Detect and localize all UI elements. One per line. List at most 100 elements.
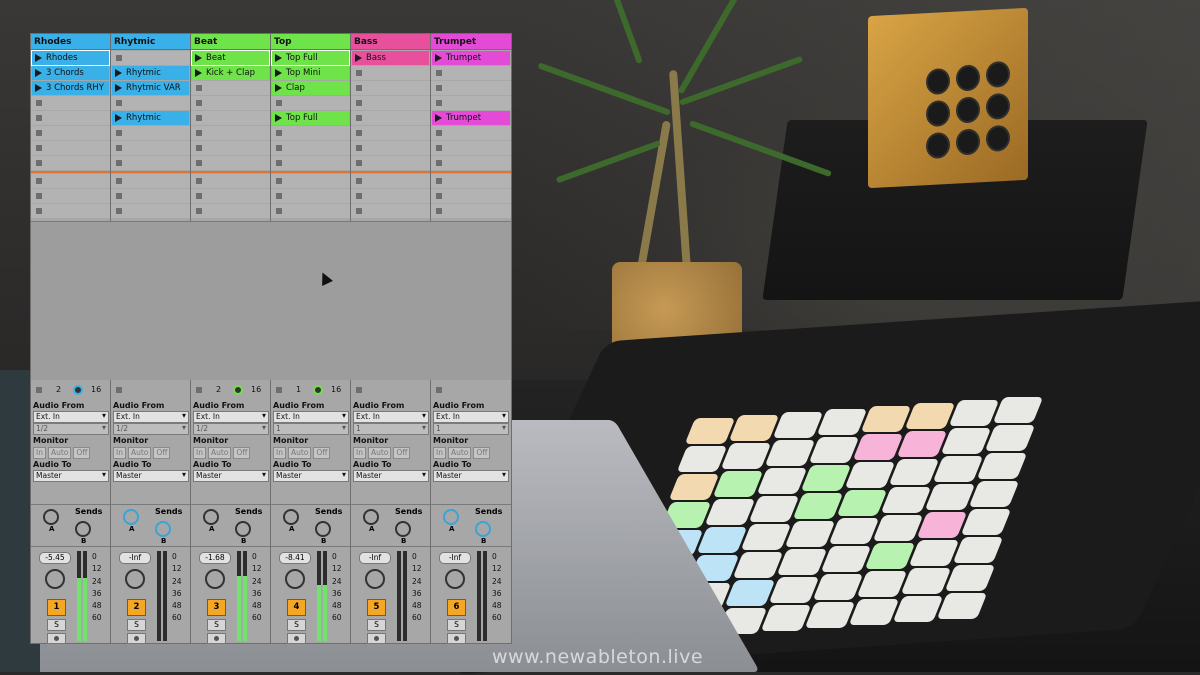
empty-clip-slot[interactable] [271, 141, 350, 155]
empty-clip-slot[interactable] [31, 189, 110, 203]
audio-to-select[interactable]: Master [273, 470, 349, 482]
solo-button[interactable]: S [447, 619, 466, 631]
audio-to-select[interactable]: Master [433, 470, 509, 482]
monitor-off-button[interactable]: Off [233, 447, 251, 459]
clip-slot[interactable]: Trumpet [432, 51, 510, 65]
clip-stop-icon[interactable] [36, 115, 42, 121]
empty-clip-slot[interactable] [191, 189, 270, 203]
clip-stop-icon[interactable] [356, 70, 362, 76]
clip-stop-icon[interactable] [116, 100, 122, 106]
empty-clip-slot[interactable] [191, 141, 270, 155]
clip-play-icon[interactable] [115, 114, 122, 122]
send-a-knob[interactable]: A [363, 509, 379, 533]
volume-readout[interactable]: -1.68 [199, 552, 231, 564]
send-b-knob[interactable]: B [315, 521, 331, 545]
empty-clip-slot[interactable] [351, 156, 430, 170]
input-channel-select[interactable]: 1/2 [113, 423, 189, 435]
clip-slot[interactable]: Top Mini [272, 66, 349, 80]
audio-from-select[interactable]: Ext. In [353, 411, 429, 423]
empty-clip-slot[interactable] [31, 111, 110, 125]
audio-from-select[interactable]: Ext. In [113, 411, 189, 423]
audio-from-select[interactable]: Ext. In [433, 411, 509, 423]
track-activator-button[interactable]: 6 [447, 599, 466, 616]
arm-button[interactable] [287, 633, 306, 644]
solo-button[interactable]: S [207, 619, 226, 631]
empty-clip-slot[interactable] [271, 96, 350, 110]
clip-stop-icon[interactable] [116, 208, 122, 214]
clip-slot[interactable]: 3 Chords [32, 66, 109, 80]
clip-stop-icon[interactable] [116, 193, 122, 199]
clip-slot[interactable]: Rhytmic VAR [112, 81, 189, 95]
volume-readout[interactable]: -Inf [439, 552, 471, 564]
clip-stop-icon[interactable] [36, 100, 42, 106]
clip-stop-icon[interactable] [436, 100, 442, 106]
clip-stop-icon[interactable] [356, 100, 362, 106]
clip-slot[interactable]: Clap [272, 81, 349, 95]
clip-stop-icon[interactable] [356, 145, 362, 151]
empty-clip-slot[interactable] [431, 126, 511, 140]
clip-slot[interactable]: Beat [191, 50, 270, 66]
volume-readout[interactable]: -5.45 [39, 552, 71, 564]
empty-clip-slot[interactable] [351, 141, 430, 155]
monitor-in-button[interactable]: In [353, 447, 366, 459]
empty-clip-slot[interactable] [351, 174, 430, 188]
pan-knob[interactable] [365, 569, 385, 589]
clip-play-icon[interactable] [275, 54, 282, 62]
clip-stop-icon[interactable] [276, 178, 282, 184]
empty-clip-slot[interactable] [111, 189, 190, 203]
clip-stop-icon[interactable] [276, 193, 282, 199]
clip-stop-icon[interactable] [116, 55, 122, 61]
send-b-knob[interactable]: B [235, 521, 251, 545]
monitor-off-button[interactable]: Off [73, 447, 91, 459]
clip-play-icon[interactable] [435, 114, 442, 122]
audio-from-select[interactable]: Ext. In [273, 411, 349, 423]
empty-clip-slot[interactable] [191, 81, 270, 95]
monitor-off-button[interactable]: Off [473, 447, 491, 459]
solo-button[interactable]: S [367, 619, 386, 631]
track-header[interactable]: Bass [351, 34, 430, 50]
empty-clip-slot[interactable] [271, 126, 350, 140]
empty-clip-slot[interactable] [431, 189, 511, 203]
audio-from-select[interactable]: Ext. In [33, 411, 109, 423]
clip-stop-icon[interactable] [356, 85, 362, 91]
clip-play-icon[interactable] [275, 84, 282, 92]
clip-stop-icon[interactable] [436, 145, 442, 151]
clip-slot[interactable]: Top Full [271, 50, 350, 66]
send-a-knob[interactable]: A [443, 509, 459, 533]
monitor-off-button[interactable]: Off [313, 447, 331, 459]
empty-clip-slot[interactable] [111, 51, 190, 65]
pan-knob[interactable] [205, 569, 225, 589]
empty-clip-slot[interactable] [111, 141, 190, 155]
track-header[interactable]: Rhytmic [111, 34, 190, 50]
track-activator-button[interactable]: 1 [47, 599, 66, 616]
volume-readout[interactable]: -Inf [359, 552, 391, 564]
empty-clip-slot[interactable] [271, 204, 350, 218]
empty-clip-slot[interactable] [351, 126, 430, 140]
clip-stop-icon[interactable] [436, 178, 442, 184]
clip-play-icon[interactable] [355, 54, 362, 62]
empty-clip-slot[interactable] [431, 96, 511, 110]
empty-clip-slot[interactable] [351, 96, 430, 110]
clip-stop-icon[interactable] [116, 160, 122, 166]
clip-stop-icon[interactable] [436, 70, 442, 76]
empty-clip-slot[interactable] [191, 174, 270, 188]
clip-stop-icon[interactable] [436, 130, 442, 136]
clip-stop-icon[interactable] [436, 160, 442, 166]
input-channel-select[interactable]: 1/2 [33, 423, 109, 435]
clip-stop-icon[interactable] [36, 178, 42, 184]
empty-clip-slot[interactable] [351, 81, 430, 95]
clip-slot[interactable]: 3 Chords RHY [32, 81, 109, 95]
clip-stop-icon[interactable] [276, 160, 282, 166]
clip-stop-icon[interactable] [196, 208, 202, 214]
track-activator-button[interactable]: 2 [127, 599, 146, 616]
empty-clip-slot[interactable] [191, 204, 270, 218]
clip-slot[interactable]: Rhodes [31, 50, 110, 66]
empty-clip-slot[interactable] [191, 96, 270, 110]
audio-to-select[interactable]: Master [113, 470, 189, 482]
pan-knob[interactable] [125, 569, 145, 589]
track-header[interactable]: Beat [191, 34, 270, 50]
clip-stop-icon[interactable] [356, 193, 362, 199]
clip-stop-icon[interactable] [356, 115, 362, 121]
empty-clip-slot[interactable] [191, 156, 270, 170]
send-b-knob[interactable]: B [75, 521, 91, 545]
